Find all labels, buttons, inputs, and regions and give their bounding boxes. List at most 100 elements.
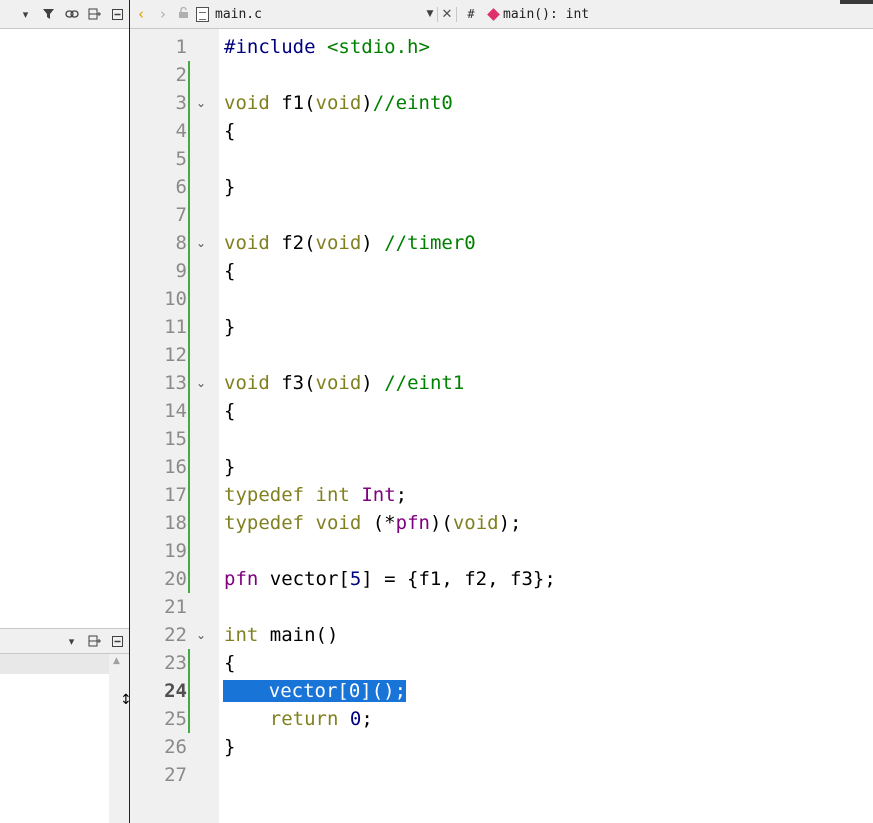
fold-chevron-icon[interactable]: ⌄ [196,621,206,649]
code-text[interactable]: typedef void (*pfn)(void); [224,509,522,537]
fold-chevron-icon[interactable]: ⌄ [196,369,206,397]
code-text[interactable]: { [224,649,235,677]
code-text[interactable]: { [224,117,235,145]
fold-chevron-icon[interactable]: ⌄ [196,89,206,117]
code-line[interactable]: 27 [130,761,873,789]
window-edge [840,0,873,4]
line-number: 13 [164,372,187,394]
code-text[interactable]: void f1(void)//eint0 [224,89,453,117]
code-text[interactable]: int main() [224,621,338,649]
fold-chevron-icon[interactable]: ⌄ [196,229,206,257]
code-text[interactable]: { [224,257,235,285]
code-text[interactable]: void f3(void) //eint1 [224,369,464,397]
close-icon[interactable]: ✕ [437,6,457,22]
change-indicator-bar [188,649,190,733]
line-number: 19 [164,540,187,562]
minimize-icon[interactable] [106,0,129,28]
code-line[interactable]: 1 #include <stdio.h> [130,33,873,61]
code-line[interactable]: 18 typedef void (*pfn)(void); [130,509,873,537]
back-arrow-icon[interactable]: ‹ [130,5,152,23]
split-icon[interactable] [83,0,106,28]
scrollbar[interactable]: ▲ [109,654,129,823]
line-number: 10 [164,288,187,310]
lock-icon[interactable] [174,6,192,22]
code-text[interactable]: } [224,733,235,761]
code-text[interactable]: #include <stdio.h> [224,33,430,61]
line-number: 6 [175,176,187,198]
line-number: 14 [164,400,187,422]
minimize-icon[interactable] [106,627,129,655]
line-number: 21 [164,596,187,618]
lower-panel-toolbar: ▾ [0,628,129,654]
line-number: 8 [175,232,187,254]
code-text[interactable]: { [224,397,235,425]
symbol-prefix: # [467,7,475,21]
line-number: 25 [164,708,187,730]
code-text[interactable]: } [224,173,235,201]
line-number: 4 [175,120,187,142]
code-line[interactable]: 14 { [130,397,873,425]
line-number: 9 [175,260,187,282]
line-number: 15 [164,428,187,450]
line-number: 2 [175,64,187,86]
line-number: 18 [164,512,187,534]
line-number: 3 [175,92,187,114]
code-line[interactable]: 5 [130,145,873,173]
code-line[interactable]: 9{ [130,257,873,285]
code-line[interactable]: 26} [130,733,873,761]
code-line[interactable]: 3 ⌄ void f1(void)//eint0 [130,89,873,117]
line-number: 1 [175,36,187,58]
line-number: 17 [164,484,187,506]
code-text[interactable]: void f2(void) //timer0 [224,229,476,257]
line-number: 11 [164,316,187,338]
forward-arrow-icon[interactable]: › [152,5,174,23]
line-number: 22 [164,624,187,646]
line-number: 7 [175,204,187,226]
line-number: 20 [164,568,187,590]
code-line[interactable]: 21 [130,593,873,621]
code-line[interactable]: 22 ⌄ int main() [130,621,873,649]
code-line[interactable]: 4{ [130,117,873,145]
code-line[interactable]: 12 [130,341,873,369]
left-panel-toolbar: ▾ [0,0,129,29]
code-line[interactable]: 15 [130,425,873,453]
code-text[interactable]: vector[0](); [223,677,407,705]
lower-panel-list-row[interactable] [0,654,109,674]
file-icon [196,6,209,22]
code-line[interactable]: 11} [130,313,873,341]
code-text[interactable]: return 0; [224,705,373,733]
dropdown-icon[interactable]: ▾ [14,0,37,28]
code-line[interactable]: 8 ⌄ void f2(void) //timer0 [130,229,873,257]
code-line[interactable]: 13 ⌄ void f3(void) //eint1 [130,369,873,397]
code-text[interactable]: } [224,453,235,481]
code-line[interactable]: 25 return 0; [130,705,873,733]
code-text[interactable]: pfn vector[5] = {f1, f2, f3}; [224,565,556,593]
editor-toolbar: ‹ › main.c ▼ ✕ # main(): int [130,0,873,29]
filter-icon[interactable] [37,0,60,28]
code-line[interactable]: 17 typedef int Int; [130,481,873,509]
code-line[interactable]: 19 [130,537,873,565]
split-icon[interactable] [83,627,106,655]
code-line[interactable]: 24 vector[0](); [130,677,873,705]
code-editor[interactable]: 1 #include <stdio.h> 2 3 ⌄ void f1(void)//ein… [130,29,873,823]
code-line[interactable]: 16} [130,453,873,481]
change-indicator-bar [188,61,190,593]
file-selector[interactable]: main.c [215,7,423,22]
symbol-selector[interactable]: main(): int [503,7,589,22]
code-text[interactable]: typedef int Int; [224,481,407,509]
code-line[interactable]: 10 [130,285,873,313]
line-number: 23 [164,652,187,674]
file-dropdown-icon[interactable]: ▼ [423,9,437,19]
code-text[interactable]: } [224,313,235,341]
code-line[interactable]: 20 pfn vector[5] = {f1, f2, f3}; [130,565,873,593]
code-line[interactable]: 7 [130,201,873,229]
dropdown-icon[interactable]: ▾ [60,627,83,655]
line-number: 16 [164,456,187,478]
code-line[interactable]: 2 [130,61,873,89]
line-number: 24 [164,680,187,702]
link-icon[interactable] [60,0,83,28]
code-line[interactable]: 6} [130,173,873,201]
scroll-up-icon[interactable]: ▲ [113,656,120,666]
line-number: 26 [164,736,187,758]
code-line[interactable]: 23 { [130,649,873,677]
